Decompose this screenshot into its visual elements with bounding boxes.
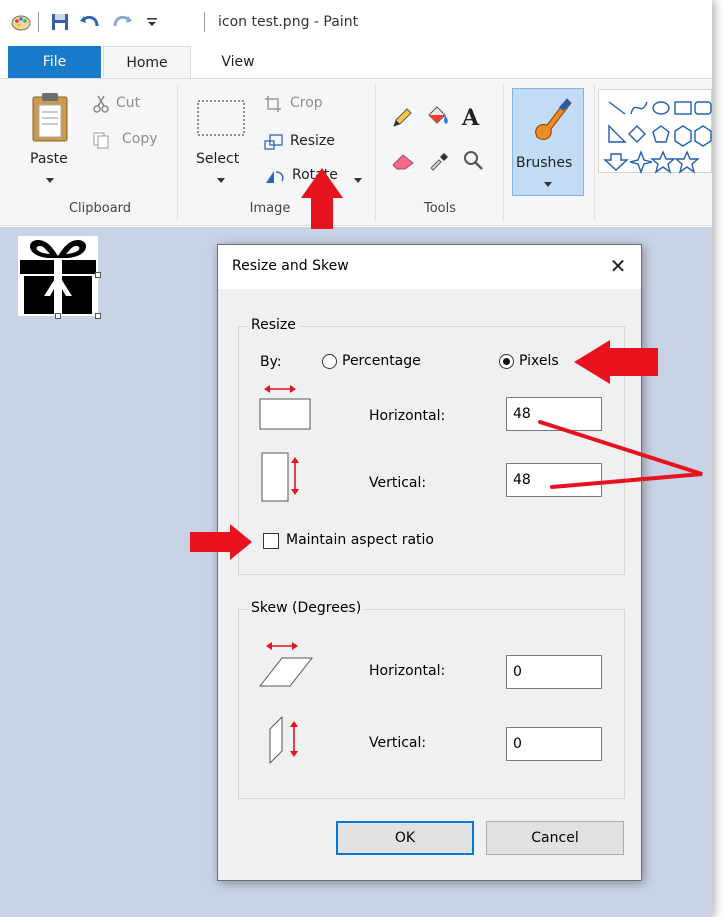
resize-legend: Resize <box>247 317 300 333</box>
window-title: icon test.png - Paint <box>218 14 359 30</box>
brushes-label: Brushes <box>516 155 573 171</box>
select-icon[interactable] <box>196 99 246 141</box>
brushes-dropdown-icon[interactable] <box>544 177 552 192</box>
image-group-label: Image <box>249 201 291 216</box>
by-label: By: <box>260 354 282 370</box>
brush-icon <box>523 95 575 151</box>
crop-button[interactable]: Crop <box>290 95 323 111</box>
pencil-icon[interactable] <box>391 107 413 133</box>
copy-button[interactable]: Copy <box>122 131 158 147</box>
redo-icon[interactable] <box>112 10 134 34</box>
vertical-input[interactable] <box>506 463 602 497</box>
resize-and-skew-dialog: Resize and Skew ✕ Resize By: Percentage … <box>217 244 642 881</box>
skew-legend: Skew (Degrees) <box>247 600 366 616</box>
tools-group-label: Tools <box>423 201 457 216</box>
cut-button[interactable]: Cut <box>116 95 140 111</box>
brushes-button[interactable]: Brushes <box>512 88 584 196</box>
undo-icon[interactable] <box>78 10 100 34</box>
color-picker-icon[interactable] <box>428 149 450 175</box>
ok-button[interactable]: OK <box>336 821 474 855</box>
copy-icon[interactable] <box>92 131 110 153</box>
close-icon: ✕ <box>609 254 627 278</box>
save-icon[interactable] <box>50 10 70 34</box>
clipboard-group-label: Clipboard <box>68 201 132 216</box>
rotate-dropdown-icon[interactable] <box>354 173 362 188</box>
maintain-aspect-checkbox[interactable] <box>263 533 279 549</box>
crop-icon[interactable] <box>264 95 282 117</box>
resize-handle-bottom[interactable] <box>55 313 61 319</box>
horizontal-resize-icon <box>258 383 314 435</box>
fill-icon[interactable] <box>425 105 451 133</box>
tab-view[interactable]: View <box>200 46 276 78</box>
resize-handle-right[interactable] <box>95 272 101 278</box>
horizontal-skew-icon <box>258 640 314 694</box>
pixels-radio[interactable] <box>499 354 514 369</box>
rotate-icon[interactable] <box>264 167 286 189</box>
vertical-resize-icon <box>260 451 300 507</box>
rotate-button[interactable]: Rotate <box>292 167 338 183</box>
customize-quick-access-icon[interactable] <box>145 10 159 34</box>
group-divider <box>177 85 178 221</box>
resize-icon[interactable] <box>264 133 284 155</box>
shapes-gallery[interactable] <box>598 89 712 174</box>
eraser-icon[interactable] <box>391 151 415 175</box>
vertical-label: Vertical: <box>369 475 427 491</box>
gift-icon <box>20 236 96 318</box>
select-button[interactable]: Select <box>196 151 239 167</box>
select-dropdown-icon[interactable] <box>217 173 225 188</box>
text-tool-button[interactable]: A <box>462 105 479 131</box>
group-divider <box>594 85 595 221</box>
resize-handle-corner[interactable] <box>95 313 101 319</box>
percentage-radio[interactable] <box>322 354 337 369</box>
tab-file[interactable]: File <box>8 46 101 78</box>
skew-vertical-label: Vertical: <box>369 735 427 751</box>
percentage-label[interactable]: Percentage <box>342 353 421 369</box>
magnifier-icon[interactable] <box>462 149 484 175</box>
skew-horizontal-label: Horizontal: <box>369 663 446 679</box>
image-canvas[interactable] <box>18 236 98 316</box>
paste-button[interactable]: Paste <box>30 151 68 167</box>
close-button[interactable]: ✕ <box>603 251 633 281</box>
pixels-label[interactable]: Pixels <box>519 353 559 369</box>
cancel-button[interactable]: Cancel <box>486 821 624 855</box>
ribbon-tabs: File Home View <box>0 46 712 79</box>
shapes-icon <box>603 101 712 174</box>
dialog-title-bar: Resize and Skew ✕ <box>218 245 641 289</box>
maintain-aspect-label[interactable]: Maintain aspect ratio <box>286 532 434 548</box>
group-divider <box>375 85 376 221</box>
group-divider <box>503 85 504 221</box>
horizontal-input[interactable] <box>506 397 602 431</box>
skew-horizontal-input[interactable] <box>506 655 602 689</box>
horizontal-label: Horizontal: <box>369 408 446 424</box>
paste-icon[interactable] <box>30 91 70 147</box>
paint-window: icon test.png - Paint File Home View Pas… <box>0 0 712 917</box>
vertical-skew-icon <box>266 713 302 769</box>
separator <box>204 12 205 32</box>
cut-icon[interactable] <box>92 95 110 117</box>
ribbon: Paste Cut Copy Clipboard Select Crop Res… <box>0 78 712 226</box>
paste-dropdown-icon[interactable] <box>46 173 54 188</box>
tab-home[interactable]: Home <box>103 46 191 79</box>
resize-button[interactable]: Resize <box>290 133 335 149</box>
skew-group: Skew (Degrees) <box>238 600 625 799</box>
title-bar: icon test.png - Paint <box>0 0 712 46</box>
skew-vertical-input[interactable] <box>506 727 602 761</box>
paint-app-icon[interactable] <box>10 10 32 34</box>
separator <box>38 12 39 32</box>
dialog-title: Resize and Skew <box>232 258 349 274</box>
